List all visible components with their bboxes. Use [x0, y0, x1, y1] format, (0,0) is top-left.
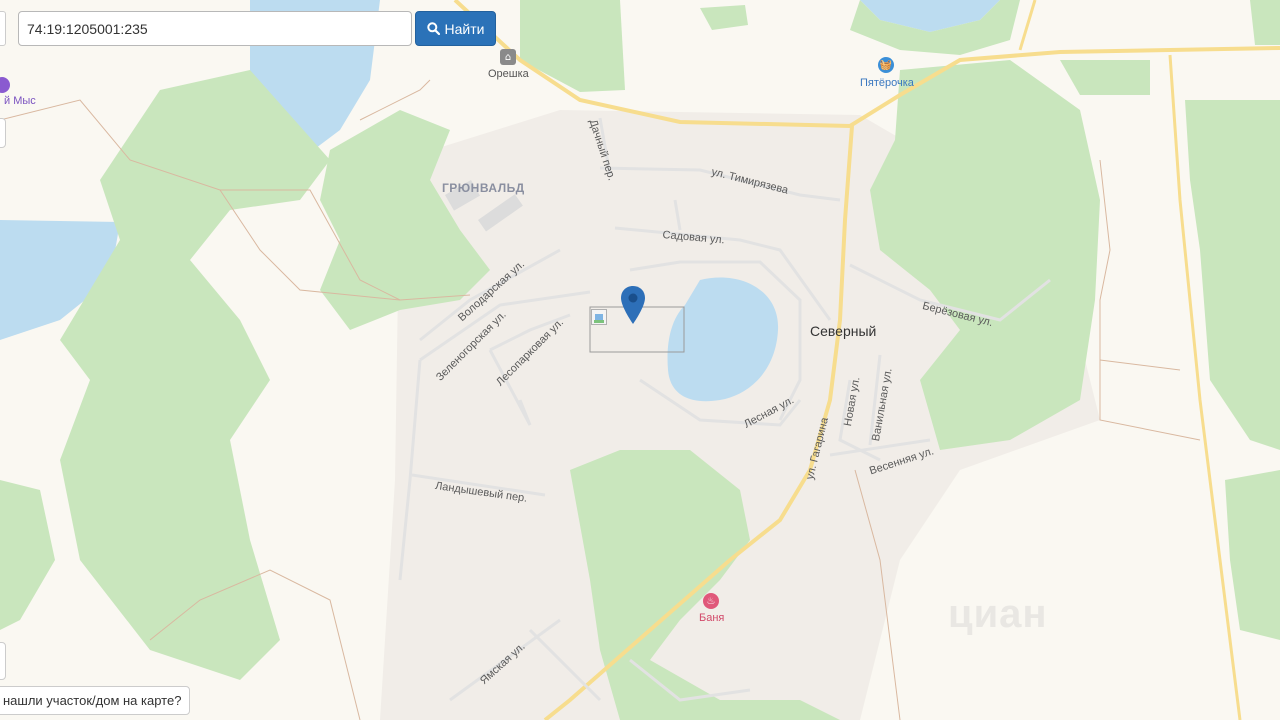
poi-label-oreshka: Орешка: [488, 68, 529, 80]
basket-icon[interactable]: 🧺: [878, 57, 894, 73]
map-pin-icon[interactable]: [620, 285, 646, 325]
poi-label-pyaterochka: Пятёрочка: [860, 77, 914, 89]
district-label: ГРЮНВАЛЬД: [442, 181, 525, 195]
forest-north-small: [700, 5, 748, 30]
forest-ne-field: [1060, 60, 1150, 95]
forest-west-small: [0, 480, 55, 630]
road-north-east: [1018, 0, 1037, 51]
bath-icon[interactable]: ♨: [703, 593, 719, 609]
map-canvas[interactable]: ⌂ Орешка 🧺 Пятёрочка ♨ Баня й Мыс ГРЮНВА…: [0, 0, 1280, 720]
side-control-top[interactable]: [0, 118, 6, 148]
help-button[interactable]: нашли участок/дом на карте?: [0, 686, 191, 715]
town-label: Северный: [810, 323, 877, 339]
poi-label-banya: Баня: [699, 612, 725, 624]
side-control-bottom[interactable]: [0, 642, 6, 680]
map-layer: [0, 0, 1280, 720]
broken-image-icon: [591, 309, 607, 325]
poi-label-mys: й Мыс: [4, 95, 36, 107]
help-button-label: нашли участок/дом на карте?: [3, 693, 182, 708]
search-icon: [426, 22, 440, 35]
track-3: [1099, 159, 1201, 441]
watermark-logo: циан: [948, 592, 1048, 636]
forest-south-east: [1225, 470, 1280, 640]
forest-north-east: [1250, 0, 1280, 45]
shop-icon[interactable]: ⌂: [500, 49, 516, 65]
left-panel-edge[interactable]: [0, 11, 6, 46]
forest-west: [60, 70, 330, 680]
search-button[interactable]: Найти: [415, 11, 496, 46]
forest-north: [520, 0, 625, 92]
cadastral-search-input[interactable]: [18, 11, 412, 46]
track-4: [1099, 359, 1181, 371]
search-button-label: Найти: [444, 20, 485, 37]
